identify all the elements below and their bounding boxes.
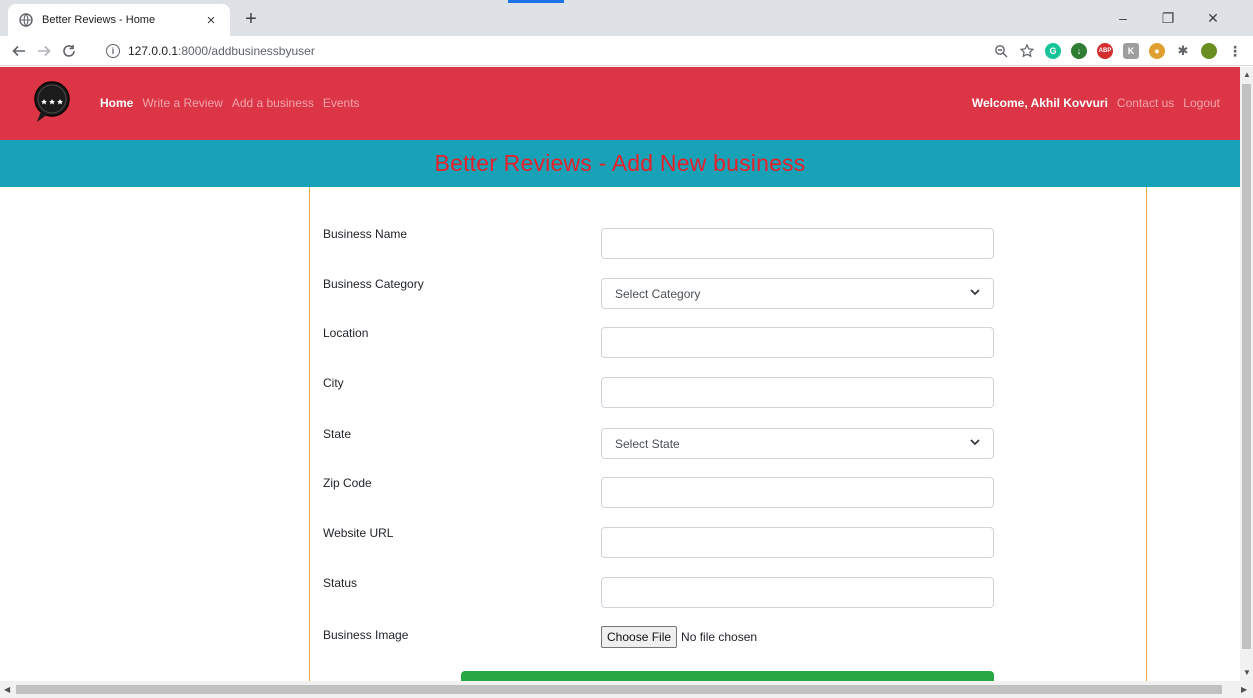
horizontal-scrollbar[interactable]: ◀ ▶ [0, 681, 1253, 698]
adblock-icon[interactable]: ABP [1097, 43, 1113, 59]
nav-contact[interactable]: Contact us [1117, 96, 1174, 110]
page-title: Better Reviews - Add New business [434, 150, 806, 176]
vertical-scroll-thumb[interactable] [1242, 84, 1251, 649]
back-icon[interactable] [8, 40, 30, 62]
zoom-icon[interactable] [993, 43, 1009, 59]
form-row-state: State Select State [310, 427, 1146, 460]
download-ext-icon[interactable]: ↓ [1071, 43, 1087, 59]
brand-logo[interactable] [33, 80, 71, 124]
close-window-button[interactable]: ✕ [1193, 4, 1233, 32]
status-input[interactable] [601, 577, 994, 608]
tab-indicator [508, 0, 564, 3]
nav-write-review[interactable]: Write a Review [142, 96, 222, 110]
tab-close-icon[interactable]: × [202, 11, 220, 29]
nav-links: Home Write a Review Add a business Event… [100, 96, 360, 110]
page-viewport: Home Write a Review Add a business Event… [0, 67, 1240, 681]
location-input[interactable] [601, 327, 994, 358]
state-label: State [323, 427, 352, 441]
nav-right: Welcome, Akhil Kovvuri Contact us Logout [972, 96, 1220, 110]
profile-avatar-icon[interactable] [1201, 43, 1217, 59]
form-row-city: City [310, 376, 1146, 409]
minimize-button[interactable]: – [1103, 4, 1143, 32]
cookie-icon[interactable]: ● [1149, 43, 1165, 59]
nav-add-business[interactable]: Add a business [232, 96, 314, 110]
welcome-user[interactable]: Welcome, Akhil Kovvuri [972, 96, 1108, 110]
submit-button[interactable] [461, 671, 994, 681]
address-bar[interactable]: i 127.0.0.1:8000/addbusinessbyuser [106, 39, 1146, 63]
extension-k-icon[interactable]: K [1123, 43, 1139, 59]
website-url-input[interactable] [601, 527, 994, 558]
business-category-select[interactable]: Select Category [601, 278, 994, 309]
globe-icon [18, 12, 34, 28]
city-input[interactable] [601, 377, 994, 408]
zip-code-input[interactable] [601, 477, 994, 508]
nav-home[interactable]: Home [100, 96, 133, 110]
choose-file-button[interactable]: Choose File [601, 626, 678, 648]
tab-title: Better Reviews - Home [42, 14, 156, 26]
scroll-up-icon[interactable]: ▲ [1243, 70, 1251, 79]
puzzle-icon[interactable]: ✱ [1175, 43, 1191, 59]
browser-tab-strip: Better Reviews - Home × + – ❐ ✕ [0, 0, 1253, 36]
grammarly-icon[interactable]: G [1045, 43, 1061, 59]
business-category-label: Business Category [323, 277, 424, 291]
page-banner: Better Reviews - Add New business [0, 140, 1240, 187]
form-row-category: Business Category Select Category [310, 277, 1146, 310]
restore-button[interactable]: ❐ [1148, 4, 1188, 32]
forward-icon[interactable] [33, 40, 55, 62]
business-name-label: Business Name [323, 227, 408, 241]
chevron-down-icon [970, 288, 980, 299]
info-icon[interactable]: i [106, 44, 120, 58]
file-status-text: No file chosen [681, 630, 758, 644]
state-select[interactable]: Select State [601, 428, 994, 459]
horizontal-scroll-thumb[interactable] [16, 685, 1222, 694]
zip-code-label: Zip Code [323, 476, 372, 490]
scroll-left-icon[interactable]: ◀ [4, 685, 10, 694]
chevron-down-icon [970, 438, 980, 449]
state-selected: Select State [615, 436, 680, 451]
location-label: Location [323, 326, 369, 340]
new-tab-button[interactable]: + [240, 8, 262, 30]
browser-tab[interactable]: Better Reviews - Home × [8, 4, 230, 36]
status-label: Status [323, 576, 358, 590]
reload-icon[interactable] [58, 40, 80, 62]
nav-logout[interactable]: Logout [1183, 96, 1220, 110]
form-row-location: Location [310, 326, 1146, 359]
form-row-business-name: Business Name [310, 227, 1146, 260]
website-url-label: Website URL [323, 526, 394, 540]
business-name-input[interactable] [601, 228, 994, 259]
scroll-right-icon[interactable]: ▶ [1241, 685, 1247, 694]
browser-toolbar: i 127.0.0.1:8000/addbusinessbyuser G ↓ A… [0, 36, 1253, 66]
extension-area: G ↓ ABP K ● ✱ ⋮ [993, 41, 1243, 61]
url-text: 127.0.0.1:8000/addbusinessbyuser [128, 44, 315, 58]
site-navbar: Home Write a Review Add a business Event… [0, 67, 1240, 140]
menu-icon[interactable]: ⋮ [1227, 43, 1243, 59]
form-row-image: Business Image Choose File No file chose… [310, 626, 1146, 661]
business-image-label: Business Image [323, 628, 409, 642]
bookmark-star-icon[interactable] [1019, 43, 1035, 59]
form-row-zip: Zip Code [310, 476, 1146, 509]
form-row-status: Status [310, 576, 1146, 609]
scroll-down-icon[interactable]: ▼ [1243, 668, 1251, 677]
vertical-scrollbar[interactable]: ▲ ▼ [1240, 67, 1253, 681]
form-row-website: Website URL [310, 526, 1146, 559]
city-label: City [323, 376, 344, 390]
business-image-file-input: Choose File No file chosen [601, 626, 757, 648]
category-selected: Select Category [615, 286, 701, 301]
nav-events[interactable]: Events [323, 96, 360, 110]
add-business-form: Business Name Business Category Select C… [309, 187, 1147, 681]
